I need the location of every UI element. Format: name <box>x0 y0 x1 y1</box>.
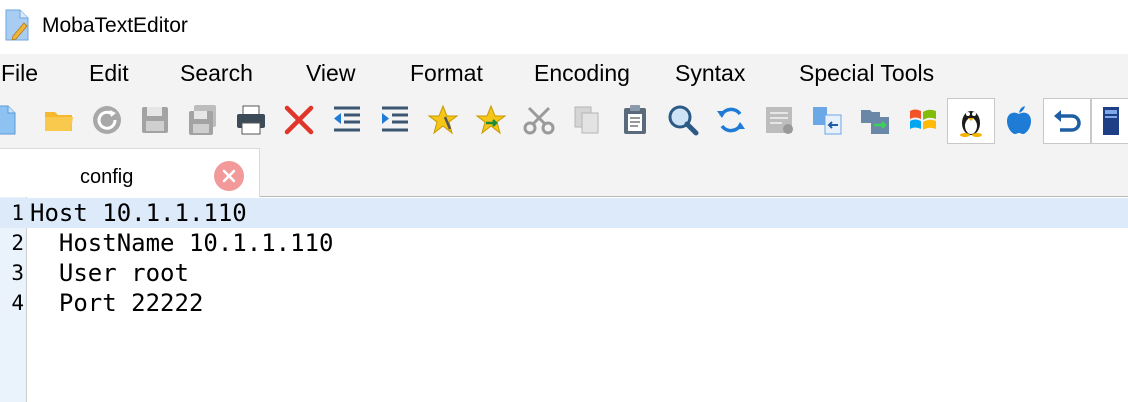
editor-line[interactable]: 3 User root <box>0 258 1128 288</box>
linux-tux-icon <box>960 111 982 137</box>
undo-return-icon <box>1054 110 1081 132</box>
outdent-button[interactable] <box>327 100 367 140</box>
terminal-panel-icon <box>1103 107 1119 135</box>
find-magnifier-icon <box>668 105 699 136</box>
save-icon <box>142 107 168 133</box>
open-button[interactable] <box>39 100 79 140</box>
print-button[interactable] <box>231 100 271 140</box>
print-icon <box>237 105 265 135</box>
compare-left-icon <box>813 107 842 135</box>
terminal-panel-button[interactable] <box>1091 98 1128 144</box>
editor-line[interactable]: 1 Host 10.1.1.110 <box>0 198 1128 228</box>
window-title: MobaTextEditor <box>42 14 188 37</box>
indent-button[interactable] <box>375 100 415 140</box>
line-text[interactable]: Host 10.1.1.110 <box>30 198 247 228</box>
line-number: 4 <box>11 291 24 315</box>
cut-scissors-icon <box>523 106 555 135</box>
close-button[interactable] <box>279 100 319 140</box>
editor-line[interactable]: 2 HostName 10.1.1.110 <box>0 228 1128 258</box>
tab-config[interactable]: config <box>0 148 260 197</box>
line-text[interactable]: User root <box>30 258 189 288</box>
cut-button[interactable] <box>519 100 559 140</box>
toolbar <box>0 94 1128 148</box>
compare-left-button[interactable] <box>807 100 847 140</box>
reload-button[interactable] <box>87 100 127 140</box>
close-icon <box>222 169 236 183</box>
find-button[interactable] <box>663 100 703 140</box>
tab-label: config <box>80 166 134 188</box>
indent-icon <box>382 106 408 132</box>
windows-eol-button[interactable] <box>903 100 943 140</box>
mac-eol-button[interactable] <box>999 100 1039 140</box>
save-button[interactable] <box>135 100 175 140</box>
linux-eol-button[interactable] <box>947 98 995 144</box>
bookmark-toggle-button[interactable] <box>423 100 463 140</box>
menu-format[interactable]: Format <box>410 60 483 87</box>
menu-syntax[interactable]: Syntax <box>675 60 745 87</box>
open-folder-icon <box>45 112 73 131</box>
menu-view[interactable]: View <box>306 60 355 87</box>
compare-right-icon <box>861 110 889 134</box>
document-properties-icon <box>766 107 793 134</box>
menu-edit[interactable]: Edit <box>89 60 129 87</box>
reload-icon <box>93 106 121 134</box>
windows-logo-icon <box>910 109 936 130</box>
bookmark-next-button[interactable] <box>471 100 511 140</box>
compare-right-button[interactable] <box>855 100 895 140</box>
app-document-pencil-icon <box>5 9 29 41</box>
title-bar: MobaTextEditor <box>0 0 1128 54</box>
text-editor[interactable]: 1 Host 10.1.1.110 2 HostName 10.1.1.110 … <box>0 197 1128 402</box>
menu-encoding[interactable]: Encoding <box>534 60 630 87</box>
line-number: 3 <box>11 261 24 285</box>
copy-icon <box>574 106 599 134</box>
properties-button[interactable] <box>759 100 799 140</box>
line-number: 2 <box>11 231 24 255</box>
tab-strip: config <box>0 148 1128 197</box>
line-number: 1 <box>11 201 24 225</box>
outdent-icon <box>334 106 360 132</box>
save-all-button[interactable] <box>183 100 223 140</box>
new-file-button[interactable] <box>0 100 24 140</box>
menu-special-tools[interactable]: Special Tools <box>799 60 934 87</box>
menu-file[interactable]: File <box>1 60 38 87</box>
new-file-icon <box>0 105 16 135</box>
bookmark-star-clip-icon <box>427 104 459 135</box>
bookmark-star-next-icon <box>475 104 507 135</box>
apple-logo-icon <box>1007 106 1031 134</box>
close-red-x-icon <box>284 105 314 135</box>
replace-refresh-icon <box>717 107 745 133</box>
editor-line[interactable]: 4 Port 22222 <box>0 288 1128 318</box>
paste-button[interactable] <box>615 100 655 140</box>
line-text[interactable]: HostName 10.1.1.110 <box>30 228 334 258</box>
save-all-icon <box>189 105 216 135</box>
menu-search[interactable]: Search <box>180 60 253 87</box>
copy-button[interactable] <box>567 100 607 140</box>
line-text[interactable]: Port 22222 <box>30 288 204 318</box>
paste-clipboard-icon <box>624 105 646 134</box>
undo-button[interactable] <box>1043 98 1091 144</box>
menu-bar: File Edit Search View Format Encoding Sy… <box>0 54 1128 94</box>
replace-button[interactable] <box>711 100 751 140</box>
tab-close-button[interactable] <box>214 161 244 191</box>
